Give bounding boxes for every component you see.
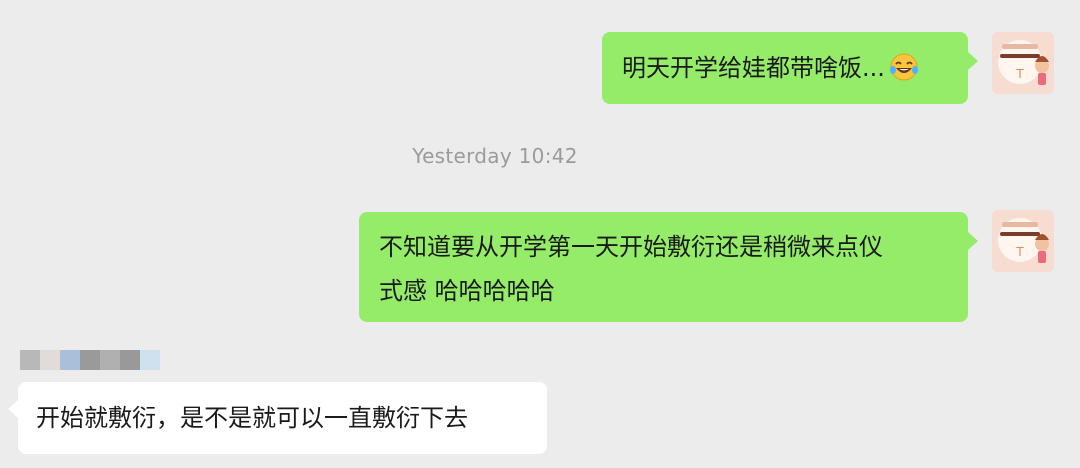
message-text: 明天开学给娃都带啥饭... bbox=[622, 54, 885, 82]
message-text-line: 不知道要从开学第一天开始敷衍还是稍微来点仪 bbox=[379, 233, 883, 261]
bubble-tail bbox=[968, 52, 978, 70]
bubble-tail bbox=[968, 232, 978, 250]
message-bubble-sent[interactable]: 不知道要从开学第一天开始敷衍还是稍微来点仪 式感 哈哈哈哈哈 bbox=[359, 212, 968, 322]
avatar-letter: T bbox=[1015, 67, 1024, 81]
avatar[interactable]: T bbox=[992, 210, 1054, 272]
message-text: 开始就敷衍，是不是就可以一直敷衍下去 bbox=[36, 404, 468, 432]
message-bubble-sent[interactable]: 明天开学给娃都带啥饭... bbox=[602, 32, 968, 104]
message-text-line: 式感 哈哈哈哈哈 bbox=[379, 277, 555, 305]
bubble-tail bbox=[8, 400, 18, 418]
avatar[interactable]: T bbox=[992, 32, 1054, 94]
sender-name-blurred bbox=[20, 350, 160, 370]
avatar-letter: T bbox=[1015, 245, 1024, 259]
laughing-tears-emoji-icon bbox=[889, 53, 918, 81]
timestamp: Yesterday 10:42 bbox=[412, 144, 578, 168]
avatar-icon: T bbox=[992, 32, 1054, 94]
avatar-icon: T bbox=[992, 210, 1054, 272]
message-bubble-received[interactable]: 开始就敷衍，是不是就可以一直敷衍下去 bbox=[18, 382, 547, 454]
